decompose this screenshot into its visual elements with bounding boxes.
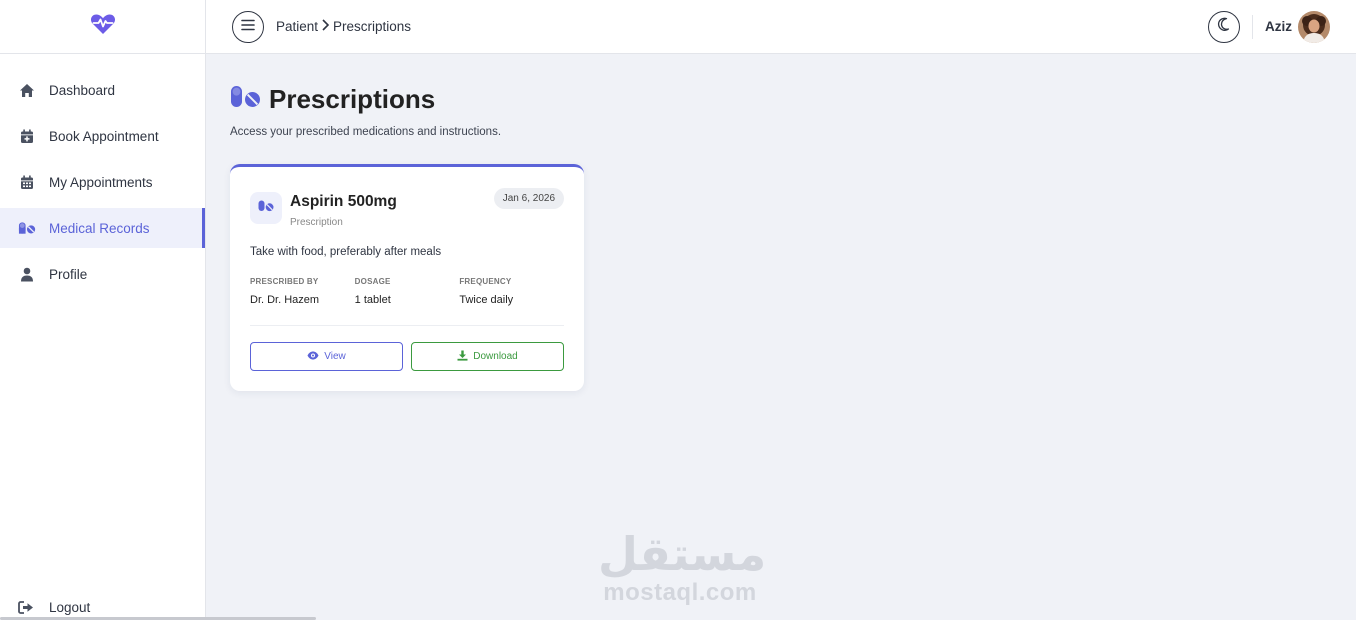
moon-icon: [1217, 17, 1231, 36]
logout-icon: [18, 598, 36, 616]
sidebar-item-dashboard[interactable]: Dashboard: [0, 70, 205, 110]
main-content: Prescriptions Access your prescribed med…: [230, 84, 584, 391]
prescription-details: PRESCRIBED BY Dr. Dr. Hazem DOSAGE 1 tab…: [250, 277, 564, 306]
menu-toggle-button[interactable]: [232, 10, 264, 43]
detail-label: DOSAGE: [354, 277, 391, 286]
medication-type: Prescription: [290, 217, 343, 228]
pills-icon: [18, 219, 36, 237]
user-icon: [18, 265, 36, 283]
avatar[interactable]: [1298, 10, 1330, 43]
detail-label: PRESCRIBED BY: [250, 277, 319, 286]
page-title: Prescriptions: [230, 84, 501, 115]
theme-toggle-button[interactable]: [1208, 10, 1240, 43]
heartbeat-logo-icon[interactable]: [90, 13, 116, 40]
sidebar-item-book-appointment[interactable]: Book Appointment: [0, 116, 205, 156]
detail-prescribed-by: PRESCRIBED BY Dr. Dr. Hazem: [250, 277, 355, 306]
topbar-divider: [1252, 14, 1253, 39]
page-heading: Prescriptions: [269, 84, 436, 114]
pills-icon: [230, 85, 261, 114]
sidebar: Dashboard Book Appointment My Appointmen…: [0, 0, 316, 620]
chevron-right-icon: [321, 19, 330, 34]
medication-info: Aspirin 500mg Prescription: [290, 192, 397, 228]
page-subtitle: Access your prescribed medications and i…: [230, 126, 502, 138]
calendar-icon: [18, 173, 36, 191]
prescription-instructions: Take with food, preferably after meals: [250, 246, 442, 258]
topbar-right: Aziz: [1208, 10, 1330, 43]
topbar: Patient Prescriptions Aziz: [206, 0, 1356, 54]
detail-dosage: DOSAGE 1 tablet: [355, 277, 460, 306]
prescription-header: Aspirin 500mg Prescription: [250, 192, 397, 228]
download-button-label: Download: [473, 351, 518, 362]
sidebar-item-label: Profile: [49, 266, 88, 282]
user-name[interactable]: Aziz: [1265, 19, 1292, 34]
vertical-scrollbar[interactable]: [1356, 0, 1360, 620]
download-icon: [457, 350, 468, 364]
date-badge: Jan 6, 2026: [493, 188, 564, 209]
logo-area: [0, 0, 205, 54]
detail-frequency: FREQUENCY Twice daily: [459, 277, 564, 306]
card-divider: [250, 325, 564, 326]
sidebar-nav: Dashboard Book Appointment My Appointmen…: [0, 54, 205, 294]
prescription-card: Aspirin 500mg Prescription Jan 6, 2026 T…: [230, 164, 584, 391]
calendar-plus-icon: [18, 127, 36, 145]
home-icon: [18, 81, 36, 99]
breadcrumb-item-patient[interactable]: Patient: [276, 19, 318, 34]
detail-value: Twice daily: [459, 294, 514, 306]
sidebar-item-medical-records[interactable]: Medical Records: [0, 208, 205, 248]
hamburger-icon: [241, 18, 255, 36]
eye-icon: [307, 351, 319, 363]
sidebar-item-label: Dashboard: [49, 82, 116, 98]
detail-value: Dr. Dr. Hazem: [250, 294, 320, 306]
breadcrumb: Patient Prescriptions: [276, 19, 411, 34]
medication-icon-badge: [250, 192, 282, 224]
logout-button[interactable]: Logout: [0, 596, 206, 618]
breadcrumb-item-prescriptions: Prescriptions: [333, 19, 412, 34]
logout-label: Logout: [49, 599, 91, 615]
sidebar-item-my-appointments[interactable]: My Appointments: [0, 162, 205, 202]
sidebar-item-label: Medical Records: [49, 220, 150, 236]
download-button[interactable]: Download: [411, 342, 564, 371]
detail-value: 1 tablet: [354, 294, 391, 306]
watermark-latin: mostaql.com: [603, 579, 757, 606]
view-button[interactable]: View: [250, 342, 403, 371]
sidebar-item-label: Book Appointment: [49, 128, 159, 144]
pills-icon: [258, 199, 274, 217]
sidebar-item-label: My Appointments: [49, 174, 153, 190]
watermark-arabic: مستقل: [598, 527, 767, 581]
sidebar-item-profile[interactable]: Profile: [0, 254, 205, 294]
view-button-label: View: [324, 351, 346, 362]
medication-name: Aspirin 500mg: [290, 193, 397, 210]
detail-label: FREQUENCY: [459, 277, 512, 286]
watermark: مستقل mostaql.com: [598, 527, 767, 606]
